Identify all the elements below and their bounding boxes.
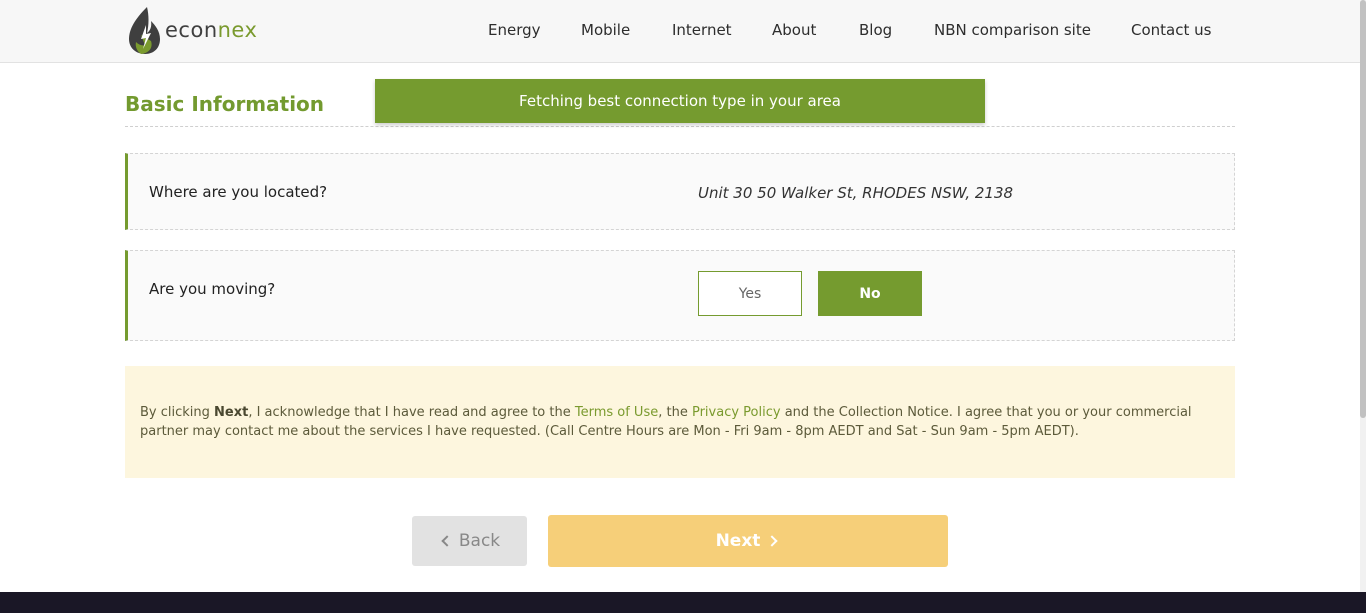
location-question-card: Where are you located? Unit 30 50 Walker…: [125, 153, 1235, 230]
chevron-left-icon: [441, 535, 453, 547]
back-button-label: Back: [458, 531, 501, 551]
moving-question-card: Are you moving? Yes No: [125, 250, 1235, 341]
section-title: Basic Information: [125, 92, 325, 116]
flame-logo-icon: [129, 7, 160, 54]
logo-text-part1: econ: [165, 18, 218, 42]
nav-contact-us[interactable]: Contact us: [1131, 21, 1211, 39]
consent-prefix: By clicking: [140, 405, 215, 420]
location-question-label: Where are you located?: [149, 183, 328, 201]
terms-of-use-link[interactable]: Terms of Use: [575, 405, 658, 420]
next-button-label: Next: [715, 531, 761, 551]
nav-energy[interactable]: Energy: [488, 21, 541, 39]
consent-text-1: , I acknowledge that I have read and agr…: [248, 405, 575, 420]
moving-yes-button[interactable]: Yes: [698, 271, 802, 316]
toast-message: Fetching best connection type in your ar…: [519, 92, 841, 110]
econnex-logo[interactable]: econnex: [127, 4, 257, 56]
site-header: econnex Energy Mobile Internet About Blo…: [0, 0, 1366, 63]
nav-internet[interactable]: Internet: [672, 21, 732, 39]
location-address-value[interactable]: Unit 30 50 Walker St, RHODES NSW, 2138: [698, 184, 1013, 202]
nav-blog[interactable]: Blog: [859, 21, 892, 39]
back-button[interactable]: Back: [412, 516, 527, 566]
chevron-right-icon: [766, 535, 779, 547]
page-scrollbar[interactable]: [1360, 0, 1366, 592]
fetching-toast: Fetching best connection type in your ar…: [375, 79, 985, 123]
next-button[interactable]: Next: [548, 515, 948, 567]
consent-text-2: , the: [658, 405, 692, 420]
consent-notice: By clicking Next, I acknowledge that I h…: [125, 366, 1235, 478]
nav-about[interactable]: About: [772, 21, 816, 39]
consent-next-bold: Next: [214, 405, 249, 420]
moving-no-button[interactable]: No: [818, 271, 922, 316]
privacy-policy-link[interactable]: Privacy Policy: [692, 405, 781, 420]
nav-mobile[interactable]: Mobile: [581, 21, 630, 39]
footer-bar: [0, 592, 1366, 613]
moving-question-label: Are you moving?: [149, 280, 276, 298]
title-divider: [125, 126, 1235, 127]
logo-text-part2: nex: [217, 18, 258, 42]
nav-nbn-comparison[interactable]: NBN comparison site: [934, 21, 1091, 39]
scrollbar-thumb[interactable]: [1360, 0, 1366, 418]
